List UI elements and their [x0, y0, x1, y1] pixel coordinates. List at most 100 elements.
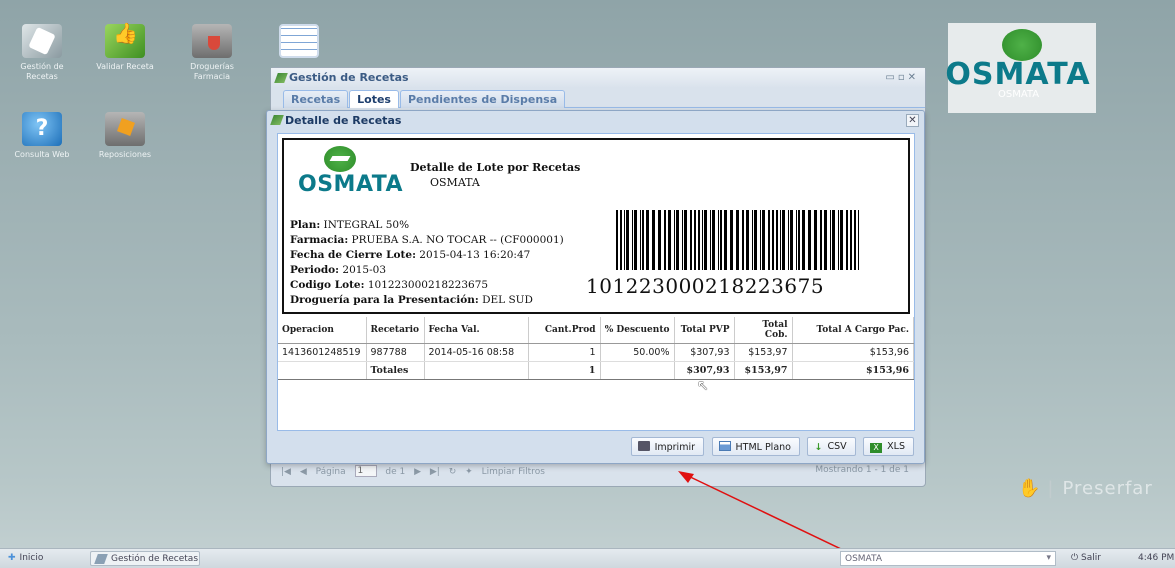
prev-page-icon[interactable]: ◀	[300, 467, 307, 477]
refresh-icon[interactable]: ↻	[449, 467, 457, 477]
page-label: Página	[315, 466, 346, 477]
last-page-icon[interactable]: ▶|	[430, 467, 440, 477]
thumbs-up-icon	[105, 24, 145, 58]
col-total-cob[interactable]: Total Cob.	[734, 317, 793, 344]
col-descuento[interactable]: % Descuento	[600, 317, 675, 344]
col-cant-prod[interactable]: Cant.Prod	[528, 317, 601, 344]
tab-lotes[interactable]: Lotes	[349, 90, 399, 108]
page-input[interactable]: 1	[354, 465, 377, 477]
close-icon[interactable]: ✕	[906, 114, 919, 127]
first-page-icon[interactable]: |◀	[281, 467, 291, 477]
xls-button[interactable]: X XLS	[863, 437, 914, 456]
barcode-bar	[782, 210, 785, 270]
desktop-icon-label: Droguerías Farmacia	[190, 62, 234, 81]
barcode-bar	[694, 210, 696, 270]
barcode-bar	[616, 210, 618, 270]
barcode-bar	[668, 210, 671, 270]
power-icon: ⏻	[1071, 553, 1081, 563]
barcode-bar	[796, 210, 797, 270]
hand-logo-icon: ✋	[1018, 478, 1042, 499]
report-logo: OSMATA	[298, 146, 403, 198]
report-header: OSMATA Detalle de Lote por Recetas OSMAT…	[282, 138, 910, 314]
barcode-bar	[682, 210, 683, 270]
taskbar: ✚ Inicio Gestión de Recetas OSMATA ▾ ⏻ Sal…	[0, 548, 1175, 568]
csv-button[interactable]: ↓ CSV	[807, 437, 856, 456]
barcode-bar	[802, 210, 805, 270]
col-total-pvp[interactable]: Total PVP	[674, 317, 735, 344]
barcode-bar	[850, 210, 852, 270]
cell: 987788	[366, 343, 425, 362]
barcode-bar	[832, 210, 835, 270]
barcode-bar	[790, 210, 793, 270]
dialog-title-bar[interactable]: Detalle de Recetas ✕	[267, 111, 924, 130]
col-operacion[interactable]: Operacion	[278, 317, 367, 344]
desktop-icon-calendar[interactable]	[264, 24, 334, 62]
drogueria-value: DEL SUD	[482, 294, 533, 306]
box-folder-icon	[105, 112, 145, 146]
desktop-icon-label: Gestión de Recetas	[20, 62, 64, 81]
barcode-bar	[640, 210, 641, 270]
taskbar-task-gestion-recetas[interactable]: Gestión de Recetas	[90, 551, 200, 566]
desktop-icon-validar-receta[interactable]: Validar Receta	[90, 24, 160, 72]
cell: $153,96	[792, 343, 914, 362]
desktop-icon-consulta-web[interactable]: ? Consulta Web	[7, 112, 77, 160]
desktop-icon-droguerias[interactable]: Droguerías Farmacia	[177, 24, 247, 82]
html-table-icon	[718, 441, 731, 451]
desktop-icon-gestion-recetas[interactable]: Gestión de Recetas	[7, 24, 77, 82]
barcode-bar	[646, 210, 649, 270]
start-button[interactable]: ✚ Inicio	[8, 553, 43, 563]
watermark-text: Preserfar	[1062, 478, 1153, 499]
barcode-bar	[858, 210, 859, 270]
col-total-cargo-pac[interactable]: Total A Cargo Pac.	[792, 317, 914, 344]
logo-word: OSMATA	[945, 57, 1091, 92]
cell: 1413601248519	[278, 343, 367, 362]
codigo-value: 101223000218223675	[367, 279, 489, 291]
tab-recetas[interactable]: Recetas	[283, 90, 349, 108]
broom-icon: ✦	[465, 466, 476, 477]
print-button[interactable]: Imprimir	[630, 437, 704, 456]
table-row[interactable]: 1413601248519 987788 2014-05-16 08:58 1 …	[278, 343, 914, 362]
barcode-bar	[624, 210, 625, 270]
report-subtitle: OSMATA	[430, 176, 480, 189]
cell	[600, 361, 675, 380]
barcode-bar	[788, 210, 789, 270]
plan-value: INTEGRAL 50%	[323, 219, 410, 231]
html-plain-button[interactable]: HTML Plano	[711, 437, 800, 456]
barcode-bar	[724, 210, 727, 270]
barcode-bar	[674, 210, 675, 270]
cell: $307,93	[674, 361, 735, 380]
logout-button[interactable]: ⏻ Salir	[1071, 553, 1101, 563]
barcode-bar	[718, 210, 719, 270]
barcode-bar	[720, 210, 722, 270]
barcode-bar	[702, 210, 703, 270]
col-recetario[interactable]: Recetario	[366, 317, 425, 344]
clear-filters-button[interactable]: ✦ Limpiar Filtros	[465, 467, 551, 477]
detail-table: Operacion Recetario Fecha Val. Cant.Prod…	[278, 317, 914, 380]
tab-strip: Recetas Lotes Pendientes de Dispensa	[283, 90, 925, 108]
chevron-down-icon: ▾	[1046, 553, 1051, 563]
desktop-icon-reposiciones[interactable]: Reposiciones	[90, 112, 160, 160]
next-page-icon[interactable]: ▶	[414, 467, 421, 477]
tab-pendientes-dispensa[interactable]: Pendientes de Dispensa	[399, 90, 566, 108]
user-select[interactable]: OSMATA ▾	[840, 551, 1056, 566]
dialog-body: OSMATA Detalle de Lote por Recetas OSMAT…	[277, 133, 915, 431]
detalle-recetas-dialog: Detalle de Recetas ✕ OSMATA Detalle de L…	[266, 110, 925, 464]
barcode-bar	[762, 210, 765, 270]
window-title-bar[interactable]: Gestión de Recetas ▭▫✕	[271, 68, 925, 88]
dialog-button-bar: Imprimir HTML Plano ↓ CSV X XLS	[627, 437, 914, 457]
barcode-bar	[742, 210, 744, 270]
barcode-bar	[712, 210, 715, 270]
window-controls[interactable]: ▭▫✕	[885, 72, 919, 83]
barcode-bar	[704, 210, 707, 270]
barcode-bar	[798, 210, 800, 270]
barcode-bar	[676, 210, 679, 270]
barcode-bar	[736, 210, 739, 270]
dialog-title: Detalle de Recetas	[285, 114, 402, 127]
cell	[278, 361, 367, 380]
barcode-bar	[658, 210, 661, 270]
col-fecha-val[interactable]: Fecha Val.	[424, 317, 529, 344]
report-title: Detalle de Lote por Recetas	[410, 161, 581, 174]
mouse-cursor-icon: ↖	[697, 378, 709, 394]
totals-label: Totales	[366, 361, 425, 380]
cell	[424, 361, 529, 380]
